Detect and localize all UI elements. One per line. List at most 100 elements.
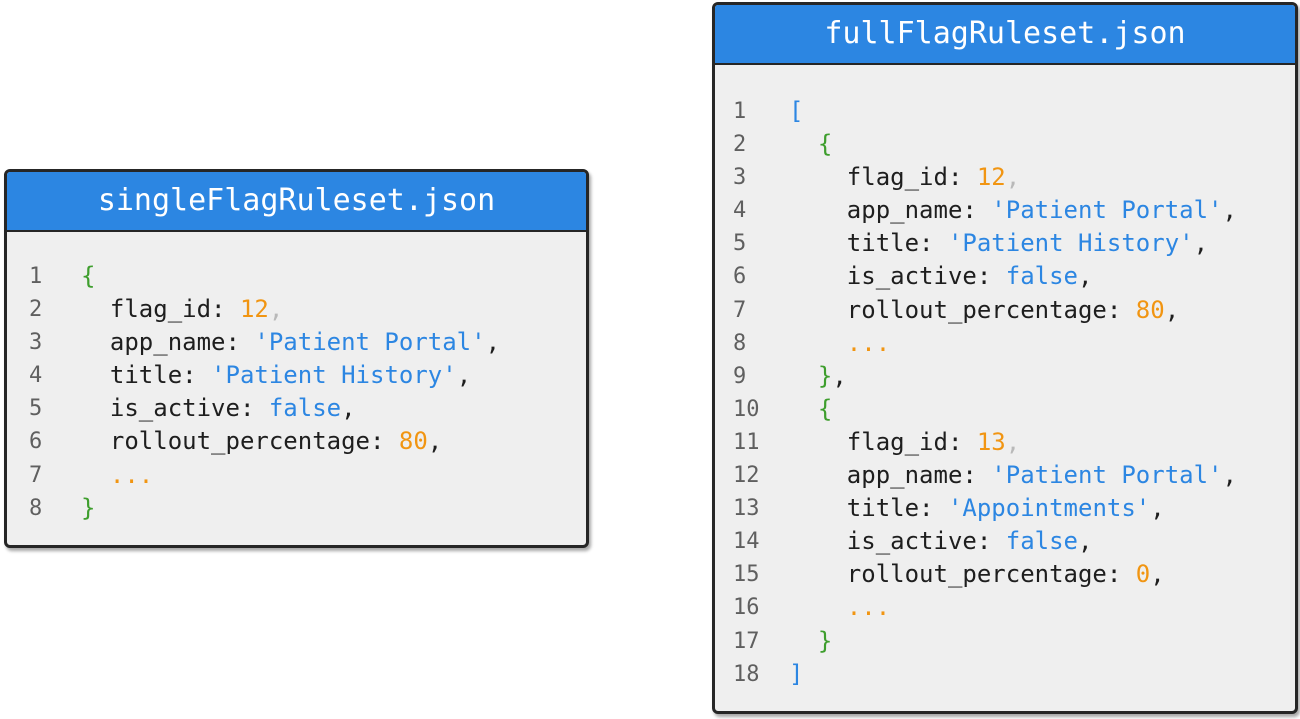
token-str: 'Patient Portal' — [254, 328, 486, 357]
line-content: app_name: 'Patient Portal', — [789, 459, 1237, 492]
line-number: 3 — [733, 165, 747, 191]
line-number: 11 — [733, 429, 760, 455]
token-str: 'Patient History' — [211, 361, 457, 390]
code-line: 4 app_name: 'Patient Portal', — [715, 194, 1295, 227]
token-key: flag_id: — [789, 427, 977, 456]
line-number: 9 — [733, 363, 747, 389]
code-line: 4 title: 'Patient History', — [7, 359, 586, 392]
code-line: 3 app_name: 'Patient Portal', — [7, 326, 586, 359]
token-key: app_name: — [789, 461, 992, 490]
line-number: 1 — [29, 264, 43, 289]
token-key: is_active: — [81, 394, 269, 423]
token-ellipsis: ... — [789, 328, 891, 357]
line-number: 10 — [733, 396, 760, 422]
panel-title: fullFlagRuleset.json — [715, 5, 1295, 65]
token-punct: , — [1193, 229, 1209, 258]
token-brace: { — [789, 130, 833, 159]
code-line: 10 { — [715, 393, 1295, 426]
line-content: ... — [789, 327, 890, 360]
token-bracket: [ — [789, 97, 804, 125]
token-key: flag_id: — [789, 163, 977, 192]
line-number: 2 — [733, 132, 747, 158]
token-num: 12 — [976, 163, 1006, 192]
token-num: 80 — [398, 427, 428, 456]
code-line: 1[ — [715, 95, 1295, 128]
line-content: flag_id: 12, — [789, 161, 1020, 194]
token-num: 13 — [976, 427, 1006, 456]
token-str: 'Patient Portal' — [991, 196, 1223, 225]
line-content: title: 'Patient History', — [789, 227, 1208, 260]
token-punct: , — [485, 328, 501, 357]
panel-title: singleFlagRuleset.json — [7, 172, 586, 232]
token-ellipsis: ... — [81, 460, 154, 489]
line-content: ... — [81, 459, 153, 492]
code-line: 7 ... — [7, 459, 586, 492]
line-content: is_active: false, — [789, 525, 1093, 558]
token-key: rollout_percentage: — [789, 295, 1136, 324]
line-number: 15 — [733, 562, 760, 588]
line-content: [ — [789, 95, 803, 128]
token-punct: , — [1222, 196, 1237, 225]
line-content: } — [81, 492, 95, 525]
line-content: title: 'Appointments', — [789, 492, 1165, 525]
line-number: 7 — [29, 462, 43, 488]
token-punct: , — [1150, 560, 1165, 589]
code-block: 1[2 {3 flag_id: 12, 4 app_name: 'Patient … — [715, 65, 1295, 691]
line-content: rollout_percentage: 80, — [789, 294, 1179, 327]
line-number: 4 — [29, 363, 43, 389]
token-bool: false — [1005, 527, 1078, 556]
code-line: 11 flag_id: 13, — [715, 426, 1295, 459]
line-content: } — [789, 625, 832, 658]
code-line: 13 title: 'Appointments', — [715, 492, 1295, 525]
token-punct-faint: , — [268, 295, 284, 324]
line-number: 8 — [733, 330, 747, 356]
token-str: 'Patient Portal' — [991, 461, 1223, 490]
token-brace: } — [789, 626, 833, 655]
token-num: 12 — [239, 295, 269, 324]
code-line: 6 is_active: false, — [715, 260, 1295, 293]
code-line: 9 }, — [715, 360, 1295, 393]
line-number: 1 — [733, 99, 747, 124]
line-number: 3 — [29, 330, 43, 356]
line-number: 18 — [733, 661, 760, 687]
token-brace: { — [81, 262, 96, 290]
token-key: title: — [789, 229, 948, 258]
line-content: app_name: 'Patient Portal', — [81, 326, 500, 359]
token-punct: , — [1150, 494, 1165, 523]
token-key: rollout_percentage: — [789, 560, 1136, 589]
line-content: flag_id: 12, — [81, 293, 283, 326]
line-number: 6 — [733, 264, 747, 290]
code-line: 2 flag_id: 12, — [7, 293, 586, 326]
line-content: is_active: false, — [789, 260, 1093, 293]
token-brace: } — [789, 361, 833, 390]
line-content: }, — [789, 360, 847, 393]
code-line: 6 rollout_percentage: 80, — [7, 425, 586, 458]
code-line: 7 rollout_percentage: 80, — [715, 294, 1295, 327]
token-num: 0 — [1135, 560, 1151, 589]
code-block: 1{2 flag_id: 12, 3 app_name: 'Patient Por… — [7, 232, 586, 525]
token-punct: , — [1078, 262, 1093, 291]
code-line: 12 app_name: 'Patient Portal', — [715, 459, 1295, 492]
code-line: 18] — [715, 658, 1295, 691]
full-flag-ruleset-panel: fullFlagRuleset.json 1[2 {3 flag_id: 12,… — [712, 2, 1298, 714]
line-content: { — [81, 260, 95, 293]
line-content: is_active: false, — [81, 392, 356, 425]
token-num: 80 — [1135, 295, 1165, 324]
token-key: is_active: — [789, 262, 1006, 291]
token-punct: , — [456, 361, 472, 390]
line-content: { — [789, 393, 832, 426]
code-line: 2 { — [715, 128, 1295, 161]
token-key: title: — [789, 494, 948, 523]
token-key: rollout_percentage: — [81, 427, 399, 456]
token-punct: , — [1164, 295, 1180, 324]
token-brace: { — [789, 394, 833, 423]
line-number: 17 — [733, 628, 760, 654]
code-line: 14 is_active: false, — [715, 525, 1295, 558]
token-punct: , — [832, 361, 847, 390]
code-line: 1{ — [7, 260, 586, 293]
line-number: 13 — [733, 496, 760, 522]
token-brace: } — [81, 493, 96, 522]
token-ellipsis: ... — [789, 593, 891, 622]
code-line: 16 ... — [715, 591, 1295, 624]
code-line: 8 ... — [715, 327, 1295, 360]
